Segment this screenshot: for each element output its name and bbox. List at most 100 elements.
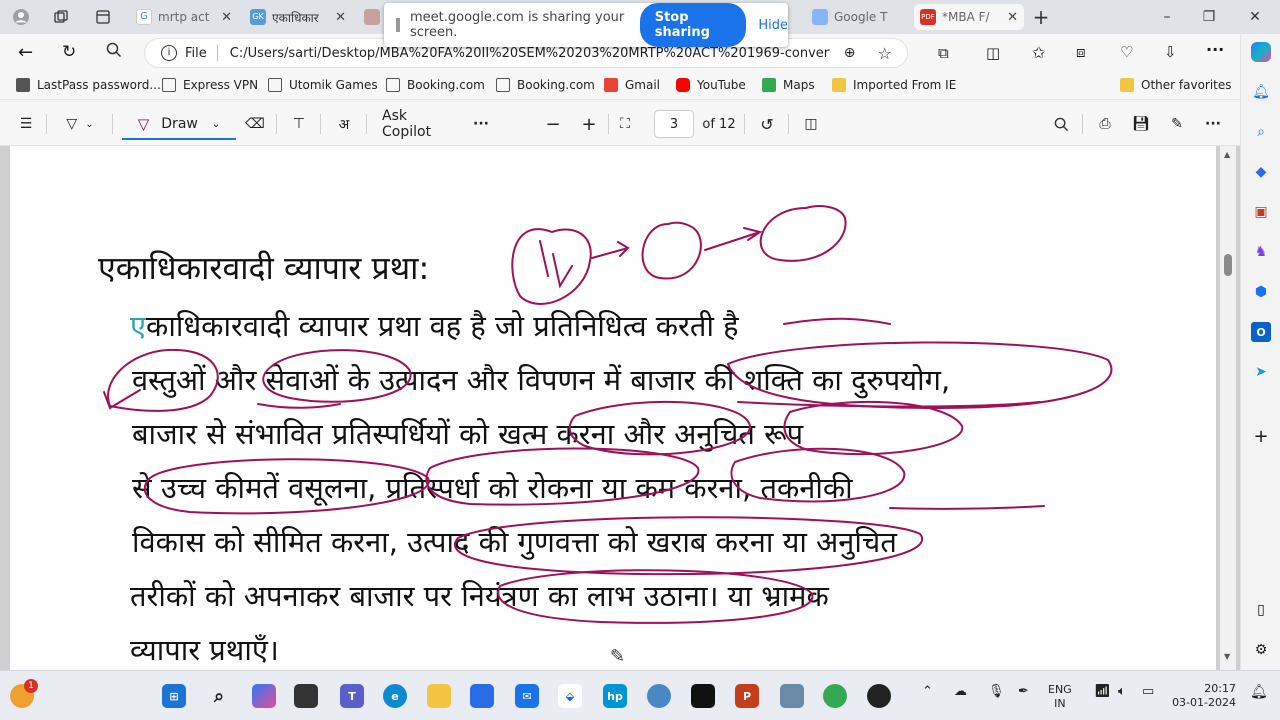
info-icon[interactable]: i xyxy=(161,45,177,61)
wifi-icon[interactable]: 📶︎ xyxy=(1094,685,1111,699)
meet-icon[interactable] xyxy=(780,684,804,708)
hp-icon[interactable]: hp xyxy=(603,684,627,708)
favorite-utomik[interactable]: Utomik Games xyxy=(268,78,378,92)
draw-tool[interactable]: ▽ Draw ⌄ xyxy=(122,110,236,140)
favorite-booking-2[interactable]: Booking.com xyxy=(496,78,595,92)
shopping-tag-icon[interactable]: ◆ xyxy=(1251,162,1271,182)
favorite-star-icon[interactable]: ☆ xyxy=(878,44,892,63)
scroll-thumb[interactable] xyxy=(1224,254,1232,276)
microsoft-365-icon[interactable]: ⬢ xyxy=(1251,282,1271,302)
search-icon[interactable] xyxy=(106,42,122,62)
tab-ekadhikar[interactable]: GK एकाधिकार ✕ xyxy=(244,4,352,30)
save-as-icon[interactable]: ✎ xyxy=(1166,112,1188,136)
microphone-icon[interactable]: 🎙︎ xyxy=(988,685,1005,699)
notifications-icon[interactable]: 🔔︎ xyxy=(1250,685,1268,699)
tab-google-translate[interactable]: Google T xyxy=(806,4,910,30)
vertical-scrollbar[interactable]: ▲ ▼ xyxy=(1220,146,1236,670)
bell-icon[interactable]: 🔔︎ xyxy=(1251,82,1271,102)
pdf-viewer[interactable]: एकाधिकारवादी व्यापार प्रथा: एकाधिकारवादी… xyxy=(0,146,1240,670)
copilot-icon[interactable] xyxy=(1251,42,1271,62)
close-icon[interactable]: ✕ xyxy=(335,10,346,25)
collections-icon[interactable]: ⧈ xyxy=(1076,43,1086,61)
more-menu-icon[interactable]: ··· xyxy=(1206,40,1224,59)
page-view-icon[interactable]: ◫ xyxy=(800,112,822,136)
browser-essentials-icon[interactable]: ♡ xyxy=(1120,43,1133,61)
chrome-icon[interactable] xyxy=(823,684,847,708)
other-favorites[interactable]: Other favorites xyxy=(1120,78,1232,92)
task-view-icon[interactable] xyxy=(294,684,318,708)
store-icon[interactable] xyxy=(470,684,494,708)
obs-icon[interactable] xyxy=(867,684,891,708)
ask-copilot-button[interactable]: Ask Copilot xyxy=(382,108,456,140)
onedrive-icon[interactable]: ☁ xyxy=(954,685,967,699)
file-explorer-icon[interactable] xyxy=(427,684,451,708)
volume-icon[interactable]: 🔈︎ xyxy=(1118,685,1126,699)
tab-actions-icon[interactable] xyxy=(92,6,114,28)
favorite-imported[interactable]: Imported From IE xyxy=(832,78,956,92)
send-icon[interactable]: ➤ xyxy=(1251,362,1271,382)
extensions-icon[interactable]: ⧉ xyxy=(938,44,949,62)
copilot-taskbar-icon[interactable] xyxy=(252,684,276,708)
pen-tray-icon[interactable]: ✒ xyxy=(1018,685,1029,699)
battery-icon[interactable]: ▭ xyxy=(1142,685,1154,699)
zoom-in-icon[interactable]: + xyxy=(578,112,600,136)
window-close-icon[interactable]: ✕ xyxy=(1244,6,1266,28)
teams-icon[interactable]: T xyxy=(340,684,364,708)
zoom-out-icon[interactable]: − xyxy=(542,112,564,136)
favorite-booking-1[interactable]: Booking.com xyxy=(386,78,485,92)
add-icon[interactable]: + xyxy=(1251,426,1271,447)
minimize-icon[interactable]: – xyxy=(1156,6,1178,28)
close-icon[interactable]: ✕ xyxy=(221,10,232,25)
clock[interactable]: 20:17 03-01-2024 xyxy=(1170,682,1236,710)
favorite-youtube[interactable]: YouTube xyxy=(676,78,746,92)
eraser-icon[interactable]: ⌫ xyxy=(244,112,266,136)
print-icon[interactable]: ⎙ xyxy=(1094,112,1116,136)
close-icon[interactable]: ✕ xyxy=(1007,10,1018,25)
settings-more-icon[interactable]: ··· xyxy=(1202,112,1224,136)
games-icon[interactable]: ♞ xyxy=(1251,242,1271,262)
save-icon[interactable]: 💾︎ xyxy=(1130,112,1152,136)
search-icon[interactable]: ⌕ xyxy=(1251,122,1271,142)
contents-icon[interactable]: ☰ xyxy=(16,112,36,136)
workspaces-icon[interactable] xyxy=(50,6,72,28)
tab-mba-pdf[interactable]: PDF *MBA F/ ✕ xyxy=(914,4,1024,30)
new-tab-icon[interactable]: + xyxy=(1030,5,1052,29)
dropbox-icon[interactable]: ⬙ xyxy=(558,684,582,708)
start-icon[interactable]: ⊞ xyxy=(162,684,186,708)
stop-sharing-button[interactable]: Stop sharing xyxy=(639,3,747,47)
favorite-maps[interactable]: Maps xyxy=(762,78,815,92)
back-icon[interactable]: ← xyxy=(18,42,33,63)
language-indicator[interactable]: ENG IN xyxy=(1048,683,1072,711)
tab-partial[interactable] xyxy=(358,4,384,30)
split-screen-icon[interactable]: ◫ xyxy=(986,44,1000,62)
tray-chevron-icon[interactable]: ⌃ xyxy=(922,685,933,699)
profile-icon[interactable] xyxy=(10,6,32,28)
find-icon[interactable] xyxy=(1050,112,1072,136)
zoom-icon[interactable]: ⊕ xyxy=(844,45,856,61)
outlook-icon[interactable]: O xyxy=(1251,322,1271,342)
mail-icon[interactable]: ✉ xyxy=(515,684,539,708)
favorite-lastpass[interactable]: LastPass password... xyxy=(16,78,161,92)
more-tools-icon[interactable]: ··· xyxy=(470,112,492,136)
favorite-gmail[interactable]: Gmail xyxy=(604,78,660,92)
chevron-down-icon[interactable]: ⌄ xyxy=(212,119,220,130)
url-text[interactable]: C:/Users/sarti/Desktop/MBA%20FA%20II%20S… xyxy=(230,46,830,61)
refresh-icon[interactable]: ↻ xyxy=(62,42,76,62)
scroll-down-icon[interactable]: ▼ xyxy=(1224,652,1230,661)
read-aloud-icon[interactable]: अ xyxy=(332,112,356,136)
app-icon[interactable] xyxy=(691,684,715,708)
highlight-icon[interactable]: ▽ ⌄ xyxy=(58,112,102,136)
downloads-icon[interactable]: ⇩ xyxy=(1164,43,1177,61)
page-number-input[interactable]: 3 xyxy=(654,110,694,138)
tools-icon[interactable]: ▣ xyxy=(1251,202,1271,222)
drag-handle-icon[interactable] xyxy=(396,18,400,32)
restore-icon[interactable]: ❐ xyxy=(1198,6,1220,28)
favorite-expressvpn[interactable]: Express VPN xyxy=(162,78,258,92)
scroll-up-icon[interactable]: ▲ xyxy=(1224,150,1230,159)
globe-app-icon[interactable] xyxy=(647,684,671,708)
tab-mrtp[interactable]: G mrtp act ✕ xyxy=(130,4,238,30)
fit-page-icon[interactable]: ⛶ xyxy=(614,112,636,136)
hide-button[interactable]: Hide xyxy=(758,18,788,33)
favorites-icon[interactable]: ✩ xyxy=(1032,43,1045,62)
edge-icon[interactable]: e xyxy=(383,684,407,708)
